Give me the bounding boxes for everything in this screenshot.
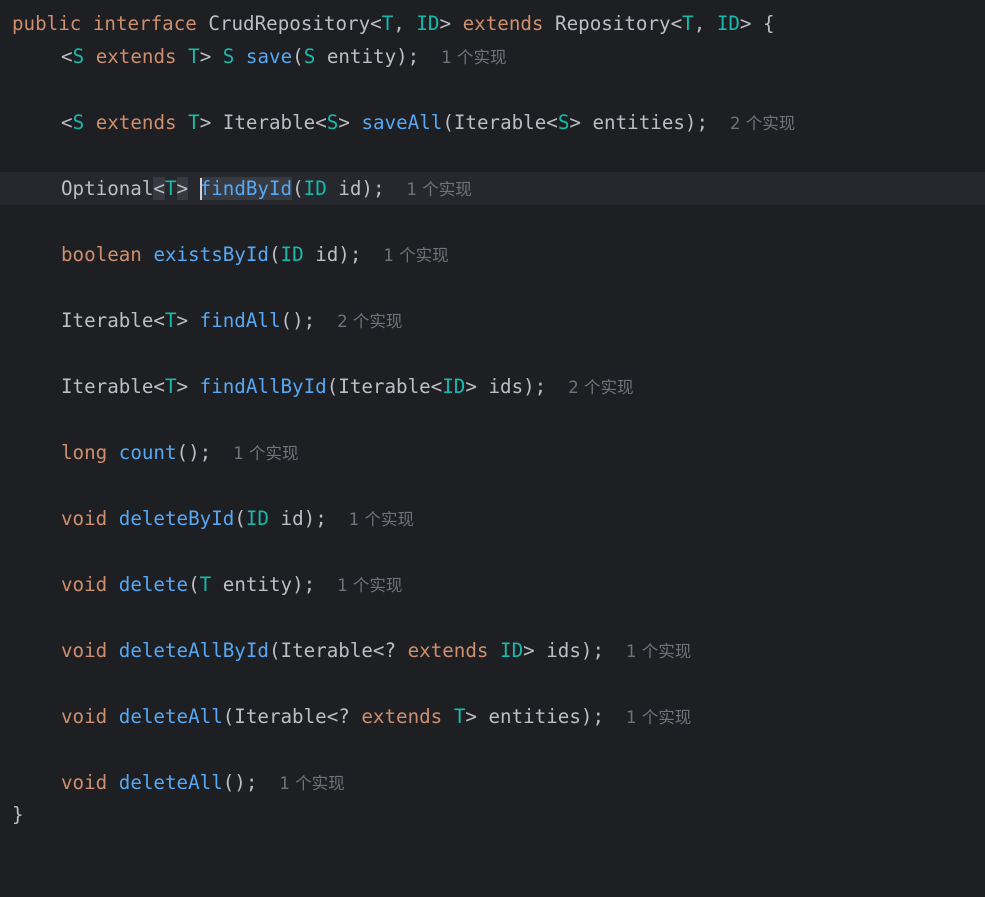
code-line-saveall[interactable]: <S extends T> Iterable<S> saveAll(Iterab… <box>0 106 985 139</box>
code-line-count[interactable]: long count(); 1 个实现 <box>0 436 985 469</box>
keyword-interface: interface <box>92 12 197 35</box>
method-findbyid: Optional<T> findById(ID id); 1 个实现 <box>61 177 472 200</box>
text-caret <box>199 177 202 200</box>
method-existsbyid: boolean existsById(ID id); 1 个实现 <box>61 243 449 266</box>
implementations-hint[interactable]: 1 个实现 <box>233 444 298 463</box>
code-line-existsbyid[interactable]: boolean existsById(ID id); 1 个实现 <box>0 238 985 271</box>
code-line-findall[interactable]: Iterable<T> findAll(); 2 个实现 <box>0 304 985 337</box>
method-findall: Iterable<T> findAll(); 2 个实现 <box>61 309 403 332</box>
implementations-hint[interactable]: 1 个实现 <box>441 48 506 67</box>
method-deleteall-entities: void deleteAll(Iterable<? extends T> ent… <box>61 705 692 728</box>
angle-open: < <box>670 12 683 35</box>
keyword-extends: extends <box>462 12 544 35</box>
type-param-t: T <box>381 12 394 35</box>
method-name-findall[interactable]: findAll <box>200 309 281 332</box>
implementations-hint[interactable]: 2 个实现 <box>730 114 795 133</box>
code-line-save[interactable]: <S extends T> S save(S entity); 1 个实现 <box>0 40 985 73</box>
implementations-hint[interactable]: 1 个实现 <box>407 180 472 199</box>
method-name-count[interactable]: count <box>119 441 177 464</box>
clipped-previous-line <box>0 0 985 4</box>
method-name-save[interactable]: save <box>246 45 292 68</box>
method-deleteallbyid: void deleteAllById(Iterable<? extends ID… <box>61 639 692 662</box>
implementations-hint[interactable]: 1 个实现 <box>349 510 414 529</box>
code-line-deleteall[interactable]: void deleteAll(); 1 个实现 <box>0 766 985 799</box>
code-editor[interactable]: public interface CrudRepository<T, ID> e… <box>0 0 985 837</box>
code-line-findallbyid[interactable]: Iterable<T> findAllById(Iterable<ID> ids… <box>0 370 985 403</box>
angle-close: > <box>439 12 452 35</box>
method-save: <S extends T> S save(S entity); 1 个实现 <box>61 45 507 68</box>
interface-declaration: public interface CrudRepository<T, ID> e… <box>12 7 775 40</box>
method-name-delete[interactable]: delete <box>119 573 188 596</box>
code-line-deletebyid[interactable]: void deleteById(ID id); 1 个实现 <box>0 502 985 535</box>
code-line-closing-brace[interactable]: } <box>0 798 985 831</box>
implementations-hint[interactable]: 1 个实现 <box>626 642 691 661</box>
method-name-deleteallbyid[interactable]: deleteAllById <box>119 639 269 662</box>
keyword-public: public <box>12 12 82 35</box>
code-line-deleteallbyid[interactable]: void deleteAllById(Iterable<? extends ID… <box>0 634 985 667</box>
method-delete: void delete(T entity); 1 个实现 <box>61 573 403 596</box>
interface-name[interactable]: CrudRepository <box>208 12 370 35</box>
implementations-hint[interactable]: 1 个实现 <box>626 708 691 727</box>
method-name-deleteall[interactable]: deleteAll <box>119 705 223 728</box>
method-name-deleteall[interactable]: deleteAll <box>119 771 223 794</box>
angle-open: < <box>370 12 382 35</box>
method-name-findbyid[interactable]: findById <box>199 177 293 200</box>
type-param-id: ID <box>416 12 440 35</box>
brace-close: } <box>12 803 24 826</box>
code-line-interface-declaration[interactable]: public interface CrudRepository<T, ID> e… <box>0 7 985 40</box>
method-saveall: <S extends T> Iterable<S> saveAll(Iterab… <box>61 111 796 134</box>
method-name-findallbyid[interactable]: findAllById <box>200 375 327 398</box>
implementations-hint[interactable]: 1 个实现 <box>279 774 344 793</box>
method-deletebyid: void deleteById(ID id); 1 个实现 <box>61 507 414 530</box>
method-name-deletebyid[interactable]: deleteById <box>119 507 235 530</box>
type-param-t: T <box>682 12 694 35</box>
method-count: long count(); 1 个实现 <box>61 441 299 464</box>
angle-close: > <box>739 12 752 35</box>
comma: , <box>393 12 417 35</box>
implementations-hint[interactable]: 1 个实现 <box>383 246 448 265</box>
implementations-hint[interactable]: 2 个实现 <box>337 312 402 331</box>
code-line-deleteall-entities[interactable]: void deleteAll(Iterable<? extends T> ent… <box>0 700 985 733</box>
method-deleteall: void deleteAll(); 1 个实现 <box>61 771 345 794</box>
method-name-existsbyid[interactable]: existsById <box>153 243 269 266</box>
code-line-delete[interactable]: void delete(T entity); 1 个实现 <box>0 568 985 601</box>
super-interface-name[interactable]: Repository <box>555 12 671 35</box>
implementations-hint[interactable]: 1 个实现 <box>337 576 402 595</box>
type-param-id: ID <box>716 12 740 35</box>
implementations-hint[interactable]: 2 个实现 <box>568 378 633 397</box>
brace-open: { <box>751 12 775 35</box>
code-line-findbyid-current[interactable]: Optional<T> findById(ID id); 1 个实现 <box>0 172 985 205</box>
comma: , <box>693 12 717 35</box>
method-name-saveall[interactable]: saveAll <box>361 111 442 134</box>
method-findallbyid: Iterable<T> findAllById(Iterable<ID> ids… <box>61 375 634 398</box>
